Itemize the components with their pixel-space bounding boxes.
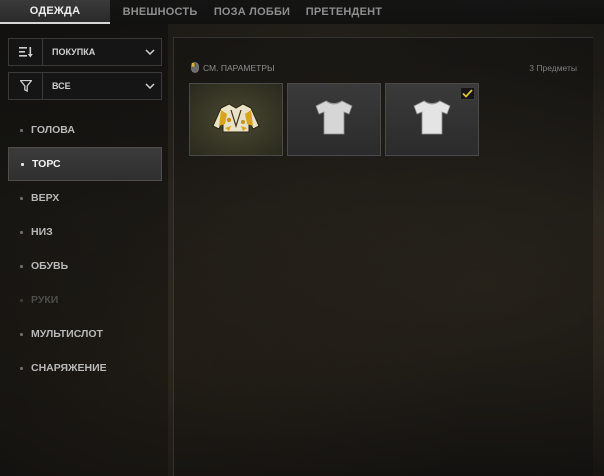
item-panel: СМ. ПАРАМЕТРЫ 3 Предметы [173,37,593,476]
category-hands: РУКИ [8,283,162,317]
tshirt-icon [411,97,453,142]
category-label: ТОРС [32,158,61,170]
tab-contender[interactable]: ПРЕТЕНДЕНТ [294,0,394,24]
sort-icon [9,39,43,65]
mouse-icon [191,62,199,73]
category-label: МУЛЬТИСЛОТ [31,328,103,340]
category-list: ГОЛОВА ТОРС ВЕРХ НИЗ ОБУВЬ РУКИ МУЛЬТИСЛ… [8,113,162,385]
item-card[interactable] [287,83,381,156]
filter-dropdown[interactable]: ВСЕ [8,72,162,100]
tshirt-icon [313,97,355,142]
category-shoes[interactable]: ОБУВЬ [8,249,162,283]
view-params-link[interactable]: СМ. ПАРАМЕТРЫ [191,62,275,73]
category-torso[interactable]: ТОРС [8,147,162,181]
category-label: РУКИ [31,294,59,306]
category-bottom[interactable]: НИЗ [8,215,162,249]
bullet-icon [20,366,23,370]
item-grid [189,83,479,156]
category-label: ОБУВЬ [31,260,69,272]
sidebar: ПОКУПКА ВСЕ ГОЛОВА ТОРС ВЕРХ НИЗ ОБУВЬ Р… [0,24,168,476]
category-head[interactable]: ГОЛОВА [8,113,162,147]
filter-icon [9,73,43,99]
category-label: НИЗ [31,226,53,238]
category-gear[interactable]: СНАРЯЖЕНИЕ [8,351,162,385]
bullet-icon [20,230,23,234]
category-label: ГОЛОВА [31,124,75,136]
bullet-icon [21,162,24,166]
tab-appearance[interactable]: ВНЕШНОСТЬ [110,0,210,24]
chevron-down-icon [139,49,161,55]
bullet-icon [20,196,23,200]
category-top[interactable]: ВЕРХ [8,181,162,215]
category-label: ВЕРХ [31,192,60,204]
bullet-icon [20,298,23,302]
jacket-icon [207,96,265,143]
item-card[interactable] [385,83,479,156]
item-card[interactable] [189,83,283,156]
view-params-label: СМ. ПАРАМЕТРЫ [203,62,275,73]
tab-lobby-pose[interactable]: ПОЗА ЛОББИ [210,0,294,24]
item-count: 3 Предметы [529,63,577,73]
filter-dropdown-label: ВСЕ [52,81,71,91]
sort-dropdown[interactable]: ПОКУПКА [8,38,162,66]
category-label: СНАРЯЖЕНИЕ [31,362,107,374]
sort-dropdown-label: ПОКУПКА [52,47,96,57]
tab-clothing[interactable]: ОДЕЖДА [0,0,110,24]
bullet-icon [20,128,23,132]
chevron-down-icon [139,83,161,89]
equipped-check-icon [460,87,475,100]
bullet-icon [20,264,23,268]
top-tab-bar: ОДЕЖДА ВНЕШНОСТЬ ПОЗА ЛОББИ ПРЕТЕНДЕНТ [0,0,604,24]
bullet-icon [20,332,23,336]
category-multislot[interactable]: МУЛЬТИСЛОТ [8,317,162,351]
